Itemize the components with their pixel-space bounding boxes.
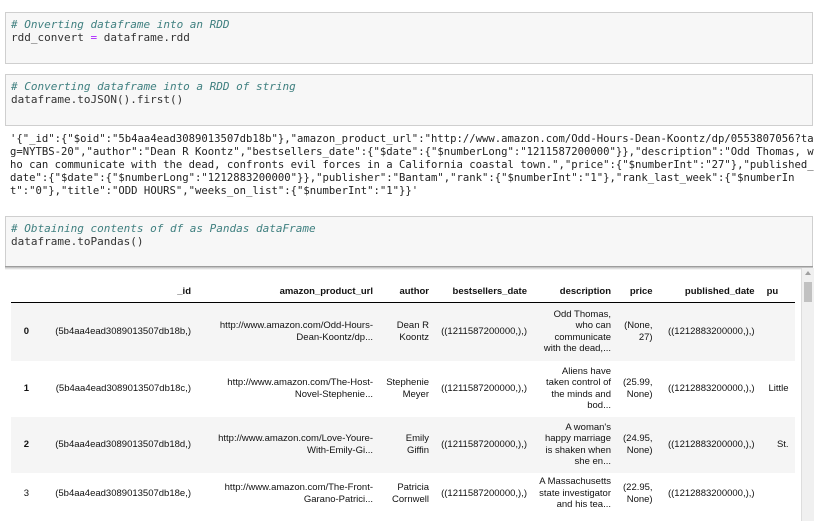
column-header-description: description (533, 280, 617, 303)
cell-id: (5b4aa4ead3089013507db18c,) (55, 382, 191, 394)
cell-author: Stephenie Meyer (386, 377, 429, 400)
column-header-published-date: published_date (658, 280, 761, 303)
cell-bestsellers-date: ((1211587200000,),) (435, 416, 533, 473)
code-var: rdd_convert (11, 31, 84, 44)
table-row: 3 (5b4aa4ead3089013507db18e,) http://www… (11, 473, 795, 515)
cell-bestsellers-date: ((1211587200000,),) (441, 382, 527, 394)
cell-price: (None, 27) (617, 302, 659, 361)
cell-description: Aliens have taken control of the minds a… (546, 365, 611, 412)
cell-bestsellers-date: ((1211587200000,),) (441, 487, 527, 499)
code-cell-topandas[interactable]: # Obtaining contents of df as Pandas dat… (5, 216, 813, 268)
cell-url: http://www.amazon.com/Odd-Hours-Dean-Koo… (197, 302, 379, 361)
cell-price: (25.99, None) (623, 377, 653, 400)
cell-published-date: ((1212883200000,),) (658, 416, 761, 473)
code-editor[interactable]: # Converting dataframe into a RDD of str… (6, 75, 812, 111)
column-header-id: _id (35, 280, 197, 303)
code-line: dataframe.toPandas() (11, 235, 144, 248)
column-header-index (11, 280, 35, 303)
dataframe-table: _id amazon_product_url author bestseller… (11, 280, 795, 515)
code-op: = (83, 31, 104, 44)
code-line: dataframe.toJSON().first() (11, 93, 184, 106)
table-header-row: _id amazon_product_url author bestseller… (11, 280, 795, 303)
row-index: 1 (23, 382, 29, 394)
cell-price: (24.95, None) (617, 416, 659, 473)
cell-url: http://www.amazon.com/The-Front-Garano-P… (224, 482, 373, 505)
cell-url: http://www.amazon.com/The-Host-Novel-Ste… (227, 377, 373, 400)
table-row: 1 (5b4aa4ead3089013507db18c,) http://www… (11, 361, 795, 417)
cell-id: (5b4aa4ead3089013507db18d,) (35, 416, 197, 473)
cell-publisher: St. (760, 416, 795, 473)
cell-author: Emily Giffin (379, 416, 435, 473)
cell-price: (22.95, None) (623, 482, 653, 505)
table-row: 0 (5b4aa4ead3089013507db18b,) http://www… (11, 302, 795, 361)
column-header-bestsellers-date: bestsellers_date (435, 280, 533, 303)
column-header-publisher: pu (760, 280, 795, 303)
dataframe-output[interactable]: _id amazon_product_url author bestseller… (5, 268, 813, 521)
cell-publisher: Little (768, 382, 789, 394)
cell-id: (5b4aa4ead3089013507db18b,) (35, 302, 197, 361)
cell-author: Dean R Koontz (379, 302, 435, 361)
cell-description: A woman's happy marriage is shaken when … (533, 416, 617, 473)
cell-publisher (760, 302, 795, 361)
column-header-url: amazon_product_url (197, 280, 379, 303)
code-comment: # Converting dataframe into a RDD of str… (11, 80, 296, 93)
cell-publisher (761, 473, 795, 515)
row-index: 3 (23, 487, 29, 499)
cell-description: Odd Thomas, who can communicate with the… (533, 302, 617, 361)
code-cell-rdd[interactable]: # Onverting dataframe into an RDD rdd_co… (5, 12, 813, 64)
cell-url: http://www.amazon.com/Love-Youre-With-Em… (197, 416, 379, 473)
scrollbar-thumb[interactable] (804, 282, 812, 302)
cell-published-date: ((1212883200000,),) (667, 487, 755, 499)
code-cell-tojson[interactable]: # Converting dataframe into a RDD of str… (5, 74, 813, 126)
cell-bestsellers-date: ((1211587200000,),) (435, 302, 533, 361)
column-header-author: author (379, 280, 435, 303)
column-header-price: price (617, 280, 659, 303)
json-output: '{"_id":{"$oid":"5b4aa4ead3089013507db18… (10, 133, 814, 197)
code-comment: # Onverting dataframe into an RDD (11, 18, 230, 31)
cell-published-date: ((1212883200000,),) (658, 302, 761, 361)
scroll-up-arrow-icon[interactable] (805, 271, 811, 275)
code-editor[interactable]: # Obtaining contents of df as Pandas dat… (6, 217, 812, 253)
code-editor[interactable]: # Onverting dataframe into an RDD rdd_co… (6, 13, 812, 49)
table-row: 2 (5b4aa4ead3089013507db18d,) http://www… (11, 416, 795, 473)
row-index: 2 (11, 416, 35, 473)
cell-id: (5b4aa4ead3089013507db18e,) (55, 487, 191, 499)
code-comment: # Obtaining contents of df as Pandas dat… (11, 222, 316, 235)
cell-description: A Massachusetts state investigator and h… (539, 476, 611, 511)
row-index: 0 (11, 302, 35, 361)
vertical-scrollbar[interactable] (801, 268, 814, 521)
cell-published-date: ((1212883200000,),) (667, 382, 755, 394)
cell-author: Patricia Cornwell (392, 482, 429, 505)
code-rest: dataframe.rdd (103, 31, 190, 44)
output-shadow (5, 266, 813, 270)
